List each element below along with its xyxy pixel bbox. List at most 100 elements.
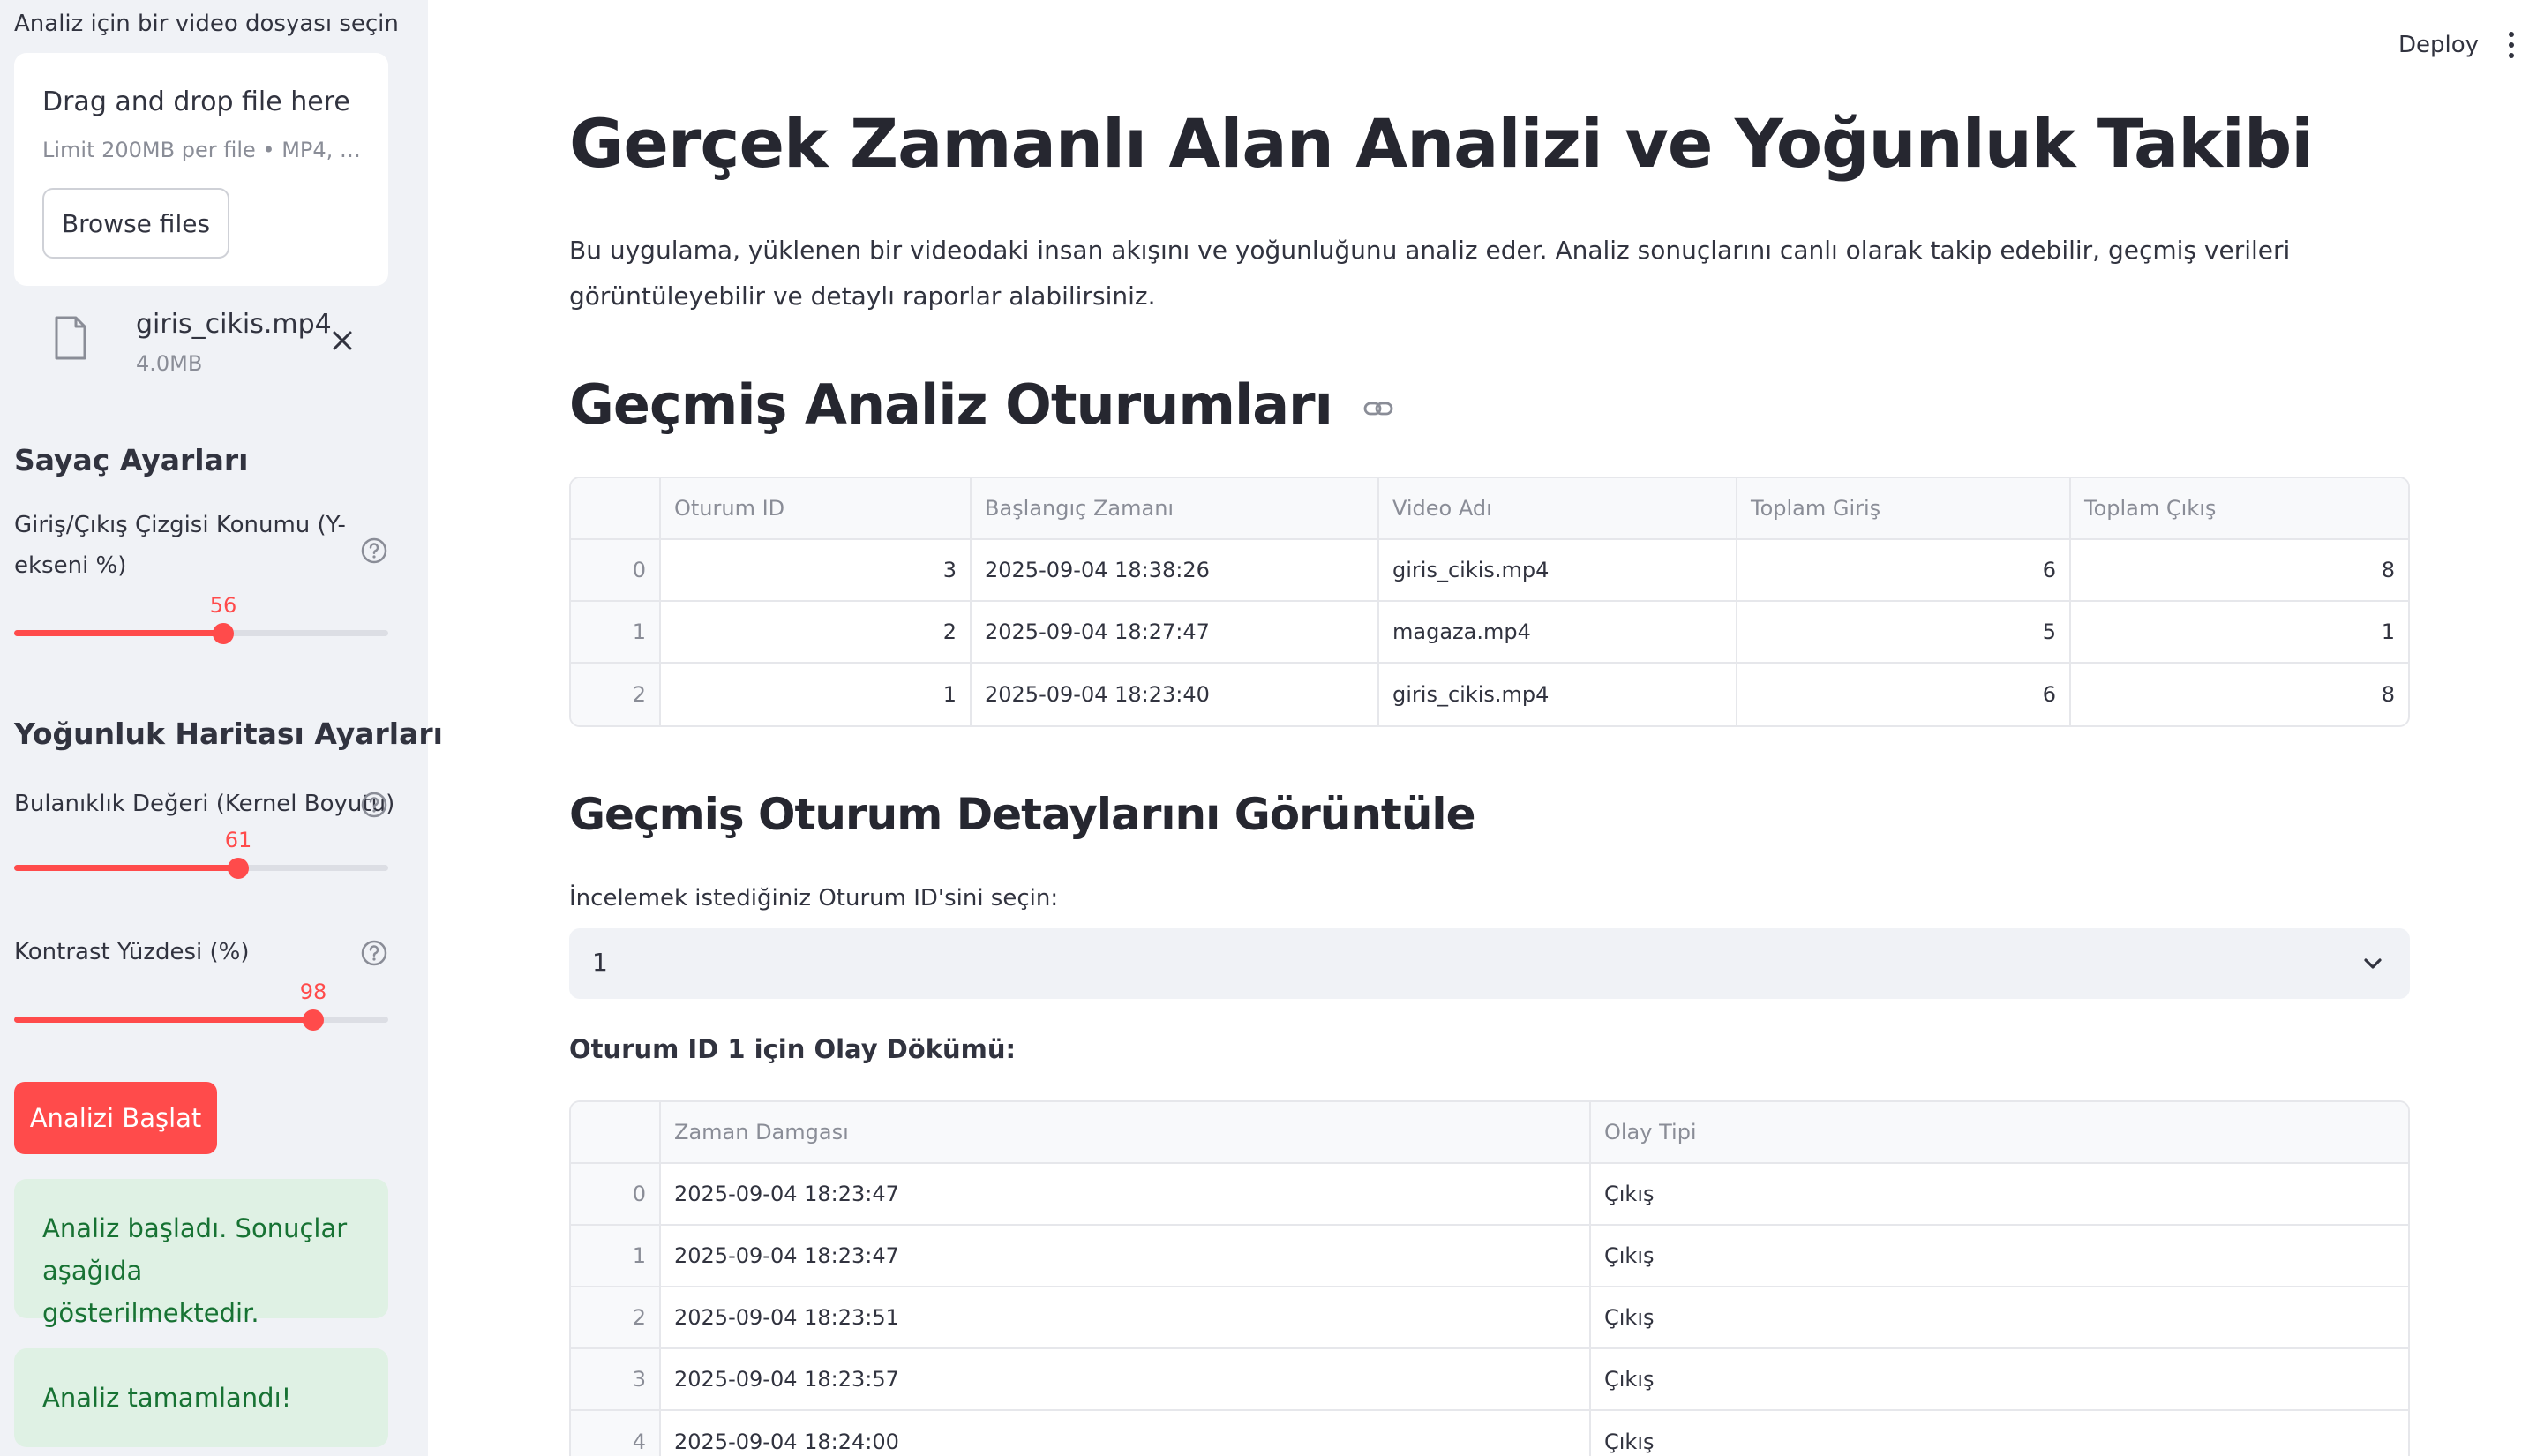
row-index: 0: [571, 1164, 661, 1226]
line-position-label-line2: ekseni %): [14, 552, 127, 579]
table-cell[interactable]: 2025-09-04 18:23:57: [661, 1349, 1591, 1411]
table-cell[interactable]: Çıkış: [1591, 1164, 2408, 1226]
table-cell[interactable]: giris_cikis.mp4: [1379, 664, 1737, 725]
table-cell[interactable]: Çıkış: [1591, 1411, 2408, 1456]
row-index: 1: [571, 602, 661, 664]
table-cell[interactable]: Çıkış: [1591, 1287, 2408, 1349]
help-icon[interactable]: [360, 791, 388, 819]
session-select-label: İncelemek istediğiniz Oturum ID'sini seç…: [569, 885, 1059, 912]
blur-label: Bulanıklık Değeri (Kernel Boyutu): [14, 791, 395, 817]
table-cell[interactable]: 2025-09-04 18:23:47: [661, 1226, 1591, 1287]
deploy-button[interactable]: Deploy: [2398, 32, 2479, 58]
row-index: 2: [571, 664, 661, 725]
remove-file-button[interactable]: [326, 325, 358, 356]
slider-thumb[interactable]: [228, 858, 249, 879]
counter-settings-heading: Sayaç Ayarları: [14, 443, 249, 477]
sessions-table[interactable]: Oturum ID Başlangıç Zamanı Video Adı Top…: [569, 477, 2410, 727]
table-cell[interactable]: 8: [2071, 540, 2408, 602]
contrast-slider[interactable]: 98: [14, 979, 388, 1036]
column-header-timestamp[interactable]: Zaman Damgası: [661, 1102, 1591, 1164]
line-position-label-line1: Giriş/Çıkış Çizgisi Konumu (Y-: [14, 512, 346, 538]
slider-fill: [14, 865, 238, 871]
table-cell[interactable]: Çıkış: [1591, 1226, 2408, 1287]
file-icon: [55, 316, 86, 360]
column-header-index[interactable]: [571, 1102, 661, 1164]
details-heading: Geçmiş Oturum Detaylarını Görüntüle: [569, 789, 1475, 840]
success-alert-started: Analiz başladı. Sonuçlar aşağıda gösteri…: [14, 1179, 388, 1328]
table-row: 3 2025-09-04 18:23:57 Çıkış: [571, 1349, 2408, 1411]
row-index: 3: [571, 1349, 661, 1411]
row-index: 2: [571, 1287, 661, 1349]
table-cell[interactable]: 2025-09-04 18:23:47: [661, 1164, 1591, 1226]
close-icon: [333, 331, 352, 350]
dropzone-title: Drag and drop file here: [42, 86, 350, 117]
column-header-total-in[interactable]: Toplam Giriş: [1737, 478, 2071, 540]
line-position-slider[interactable]: 56: [14, 593, 388, 649]
sessions-heading: Geçmiş Analiz Oturumları: [569, 372, 1394, 437]
table-cell[interactable]: 2025-09-04 18:38:26: [972, 540, 1379, 602]
blur-slider[interactable]: 61: [14, 828, 388, 884]
table-cell[interactable]: 2025-09-04 18:23:40: [972, 664, 1379, 725]
chevron-down-icon: [2364, 958, 2382, 969]
slider-fill: [14, 1017, 313, 1023]
table-cell[interactable]: 6: [1737, 664, 2071, 725]
file-name: giris_cikis.mp4: [136, 309, 332, 340]
events-table[interactable]: Zaman Damgası Olay Tipi 0 2025-09-04 18:…: [569, 1100, 2410, 1456]
slider-fill: [14, 630, 223, 636]
table-header-row: Oturum ID Başlangıç Zamanı Video Adı Top…: [571, 478, 2408, 540]
page-title: Gerçek Zamanlı Alan Analizi ve Yoğunluk …: [569, 104, 2314, 183]
session-select[interactable]: 1: [569, 928, 2410, 999]
table-row: 1 2025-09-04 18:23:47 Çıkış: [571, 1226, 2408, 1287]
table-cell[interactable]: magaza.mp4: [1379, 602, 1737, 664]
table-cell[interactable]: 1: [661, 664, 972, 725]
table-cell[interactable]: 2: [661, 602, 972, 664]
browse-files-button[interactable]: Browse files: [42, 188, 229, 259]
slider-value: 61: [224, 828, 252, 852]
file-size: 4.0MB: [136, 351, 203, 376]
table-cell[interactable]: Çıkış: [1591, 1349, 2408, 1411]
sidebar: Analiz için bir video dosyası seçin Drag…: [0, 0, 443, 1456]
events-heading: Oturum ID 1 için Olay Dökümü:: [569, 1034, 1017, 1064]
slider-value: 98: [299, 979, 327, 1004]
contrast-label: Kontrast Yüzdesi (%): [14, 939, 250, 965]
table-row: 2 2025-09-04 18:23:51 Çıkış: [571, 1287, 2408, 1349]
row-index: 1: [571, 1226, 661, 1287]
column-header-video-name[interactable]: Video Adı: [1379, 478, 1737, 540]
intro-text: Bu uygulama, yüklenen bir videodaki insa…: [569, 236, 2291, 311]
table-cell[interactable]: 2025-09-04 18:27:47: [972, 602, 1379, 664]
start-analysis-button[interactable]: Analizi Başlat: [14, 1082, 217, 1154]
table-cell[interactable]: 2025-09-04 18:23:51: [661, 1287, 1591, 1349]
help-icon[interactable]: [360, 537, 388, 565]
success-alert-done: Analiz tamamlandı!: [14, 1348, 388, 1447]
table-cell[interactable]: 3: [661, 540, 972, 602]
slider-value: 56: [209, 593, 237, 618]
column-header-event-type[interactable]: Olay Tipi: [1591, 1102, 2408, 1164]
column-header-start-time[interactable]: Başlangıç Zamanı: [972, 478, 1379, 540]
sessions-heading-text: Geçmiş Analiz Oturumları: [569, 372, 1333, 437]
uploader-label: Analiz için bir video dosyası seçin: [14, 11, 399, 37]
slider-thumb[interactable]: [213, 623, 234, 644]
column-header-index[interactable]: [571, 478, 661, 540]
table-row: 1 2 2025-09-04 18:27:47 magaza.mp4 5 1: [571, 602, 2408, 664]
table-cell[interactable]: 2025-09-04 18:24:00: [661, 1411, 1591, 1456]
slider-thumb[interactable]: [303, 1009, 324, 1031]
heatmap-settings-heading: Yoğunluk Haritası Ayarları: [14, 717, 443, 751]
column-header-total-out[interactable]: Toplam Çıkış: [2071, 478, 2408, 540]
link-icon[interactable]: [1362, 393, 1394, 424]
table-cell[interactable]: 6: [1737, 540, 2071, 602]
help-icon[interactable]: [360, 939, 388, 967]
file-dropzone[interactable]: Drag and drop file here Limit 200MB per …: [14, 53, 388, 286]
table-row: 0 3 2025-09-04 18:38:26 giris_cikis.mp4 …: [571, 540, 2408, 602]
table-row: 0 2025-09-04 18:23:47 Çıkış: [571, 1164, 2408, 1226]
table-row: 2 1 2025-09-04 18:23:40 giris_cikis.mp4 …: [571, 664, 2408, 725]
uploaded-file: giris_cikis.mp4 4.0MB: [14, 300, 388, 388]
table-cell[interactable]: giris_cikis.mp4: [1379, 540, 1737, 602]
kebab-menu-icon[interactable]: [2506, 32, 2517, 64]
table-row: 4 2025-09-04 18:24:00 Çıkış: [571, 1411, 2408, 1456]
row-index: 0: [571, 540, 661, 602]
table-cell[interactable]: 5: [1737, 602, 2071, 664]
table-cell[interactable]: 1: [2071, 602, 2408, 664]
row-index: 4: [571, 1411, 661, 1456]
column-header-session-id[interactable]: Oturum ID: [661, 478, 972, 540]
table-cell[interactable]: 8: [2071, 664, 2408, 725]
